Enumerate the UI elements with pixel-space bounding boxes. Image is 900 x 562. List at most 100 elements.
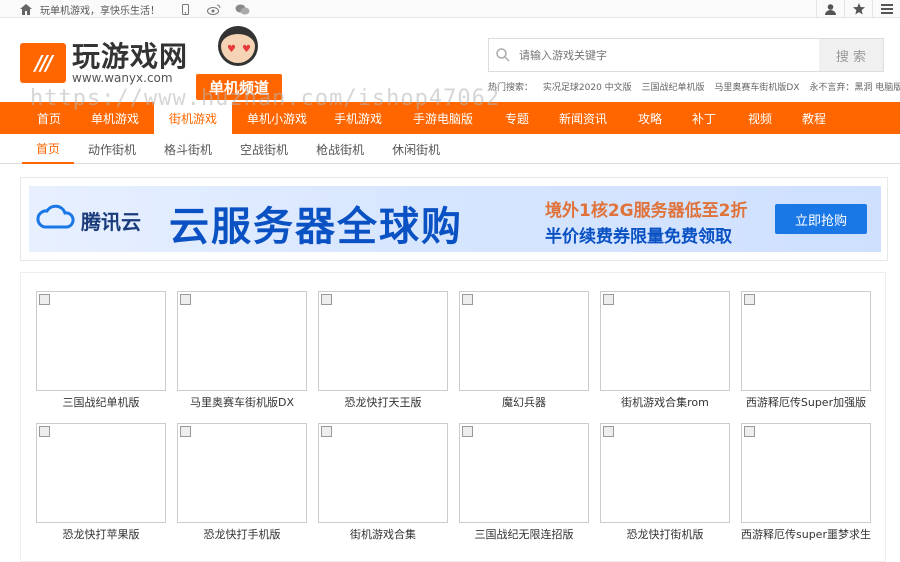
game-thumbnail[interactable]	[177, 423, 307, 523]
ad-banner[interactable]: 腾讯云 云服务器全球购 境外1核2G服务器低至2折 半价续费券限量免费领取 立即…	[29, 186, 881, 252]
banner-buy-button[interactable]: 立即抢购	[775, 204, 867, 234]
broken-image-icon	[744, 294, 755, 305]
broken-image-icon	[603, 294, 614, 305]
broken-image-icon	[462, 426, 473, 437]
nav-item-home[interactable]: 首页	[22, 102, 76, 134]
game-thumbnail[interactable]	[600, 291, 730, 391]
game-thumbnail[interactable]	[459, 423, 589, 523]
star-icon[interactable]	[844, 0, 872, 18]
game-title[interactable]: 恐龙快打苹果版	[36, 523, 166, 545]
game-thumbnail[interactable]	[741, 291, 871, 391]
broken-image-icon	[39, 294, 50, 305]
subnav-item-shooting[interactable]: 枪战街机	[302, 134, 378, 164]
game-card[interactable]: 恐龙快打苹果版	[36, 423, 166, 545]
game-card[interactable]: 西游释厄传super噩梦求生	[741, 423, 871, 545]
nav-item-mobile-pc[interactable]: 手游电脑版	[394, 102, 492, 134]
game-title[interactable]: 街机游戏合集	[318, 523, 448, 545]
game-title[interactable]: 三国战纪无限连招版	[459, 523, 589, 545]
game-thumbnail[interactable]	[177, 291, 307, 391]
user-icon[interactable]	[816, 0, 844, 18]
game-card[interactable]: 街机游戏合集	[318, 423, 448, 545]
game-card[interactable]: 恐龙快打天王版	[318, 291, 448, 413]
channel-label: 单机频道	[196, 74, 282, 100]
nav-item-videos[interactable]: 视频	[732, 102, 788, 134]
nav-item-mini-games[interactable]: 单机小游戏	[232, 102, 322, 134]
game-title[interactable]: 西游释厄传super噩梦求生	[741, 523, 871, 545]
nav-item-patches[interactable]: 补丁	[676, 102, 732, 134]
heart-eyes-icon: ♥♥	[227, 44, 257, 55]
game-title[interactable]: 恐龙快打街机版	[600, 523, 730, 545]
subnav-item-action[interactable]: 动作街机	[74, 134, 150, 164]
home-icon[interactable]	[20, 4, 32, 15]
broken-image-icon	[39, 426, 50, 437]
subnav-item-air-combat[interactable]: 空战街机	[226, 134, 302, 164]
logo-mark: ///	[20, 43, 66, 83]
game-title[interactable]: 恐龙快打天王版	[318, 391, 448, 413]
logo-name: 玩游戏网	[72, 40, 189, 73]
banner-coupon-line: 半价续费券限量免费领取	[545, 227, 732, 247]
game-thumbnail[interactable]	[318, 291, 448, 391]
game-thumbnail[interactable]	[600, 423, 730, 523]
nav-item-topics[interactable]: 专题	[492, 102, 542, 134]
logo-text: 玩游戏网 www.wanyx.com	[72, 40, 189, 85]
game-card[interactable]: 恐龙快打手机版	[177, 423, 307, 545]
game-card[interactable]: 西游释厄传Super加强版	[741, 291, 871, 413]
game-grid-container: 三国战纪单机版 马里奥赛车街机版DX 恐龙快打天王版 魔幻兵器 街机游戏合集ro…	[20, 272, 886, 562]
wechat-icon[interactable]	[235, 4, 250, 15]
broken-image-icon	[603, 426, 614, 437]
game-grid: 三国战纪单机版 马里奥赛车街机版DX 恐龙快打天王版 魔幻兵器 街机游戏合集ro…	[36, 291, 871, 545]
slogan-text: 玩单机游戏，享快乐生活！	[40, 6, 160, 17]
nav-item-tutorials[interactable]: 教程	[788, 102, 840, 134]
game-title[interactable]: 西游释厄传Super加强版	[741, 391, 871, 413]
phone-icon[interactable]	[182, 4, 189, 15]
hot-search-label: 热门搜索：	[488, 83, 534, 93]
logo-domain: www.wanyx.com	[72, 71, 173, 85]
nav-item-news[interactable]: 新闻资讯	[542, 102, 624, 134]
subnav-item-casual[interactable]: 休闲街机	[378, 134, 454, 164]
subnav-item-home[interactable]: 首页	[22, 134, 75, 164]
game-title[interactable]: 魔幻兵器	[459, 391, 589, 413]
broken-image-icon	[180, 426, 191, 437]
tencent-cloud-icon	[36, 204, 75, 229]
broken-image-icon	[321, 294, 332, 305]
game-title[interactable]: 马里奥赛车街机版DX	[177, 391, 307, 413]
game-card[interactable]: 魔幻兵器	[459, 291, 589, 413]
game-card[interactable]: 街机游戏合集rom	[600, 291, 730, 413]
main-nav: 首页 单机游戏 街机游戏 单机小游戏 手机游戏 手游电脑版 专题 新闻资讯 攻略…	[0, 102, 900, 134]
nav-item-arcade[interactable]: 街机游戏	[154, 102, 232, 134]
sub-nav: 首页 动作街机 格斗街机 空战街机 枪战街机 休闲街机	[0, 134, 900, 164]
hot-search-link[interactable]: 永不言弃：黑洞 电脑版	[809, 83, 900, 93]
nav-item-mobile-games[interactable]: 手机游戏	[322, 102, 394, 134]
top-utility-bar: 玩单机游戏，享快乐生活！	[0, 0, 900, 18]
channel-badge[interactable]: ♥♥ 单机频道	[196, 26, 282, 102]
game-card[interactable]: 恐龙快打街机版	[600, 423, 730, 545]
game-card[interactable]: 马里奥赛车街机版DX	[177, 291, 307, 413]
game-title[interactable]: 恐龙快打手机版	[177, 523, 307, 545]
game-thumbnail[interactable]	[459, 291, 589, 391]
game-title[interactable]: 街机游戏合集rom	[600, 391, 730, 413]
broken-image-icon	[744, 426, 755, 437]
menu-icon[interactable]	[872, 0, 900, 18]
broken-image-icon	[462, 294, 473, 305]
search-button[interactable]: 搜 索	[819, 39, 883, 71]
site-logo[interactable]: /// 玩游戏网 www.wanyx.com	[20, 42, 188, 84]
subnav-item-fighting[interactable]: 格斗街机	[150, 134, 226, 164]
ad-banner-container: 腾讯云 云服务器全球购 境外1核2G服务器低至2折 半价续费券限量免费领取 立即…	[20, 177, 888, 261]
hot-search-link[interactable]: 三国战纪单机版	[642, 83, 705, 93]
game-thumbnail[interactable]	[741, 423, 871, 523]
nav-item-pc-games[interactable]: 单机游戏	[76, 102, 154, 134]
hot-search-link[interactable]: 实况足球2020 中文版	[543, 83, 632, 93]
game-card[interactable]: 三国战纪无限连招版	[459, 423, 589, 545]
hot-search-link[interactable]: 马里奥赛车街机版DX	[714, 83, 799, 93]
search-input[interactable]	[517, 39, 819, 71]
game-card[interactable]: 三国战纪单机版	[36, 291, 166, 413]
search-icon	[489, 39, 517, 71]
game-thumbnail[interactable]	[36, 423, 166, 523]
broken-image-icon	[321, 426, 332, 437]
broken-image-icon	[180, 294, 191, 305]
weibo-icon[interactable]	[207, 4, 221, 15]
game-thumbnail[interactable]	[36, 291, 166, 391]
nav-item-guides[interactable]: 攻略	[624, 102, 676, 134]
game-thumbnail[interactable]	[318, 423, 448, 523]
game-title[interactable]: 三国战纪单机版	[36, 391, 166, 413]
